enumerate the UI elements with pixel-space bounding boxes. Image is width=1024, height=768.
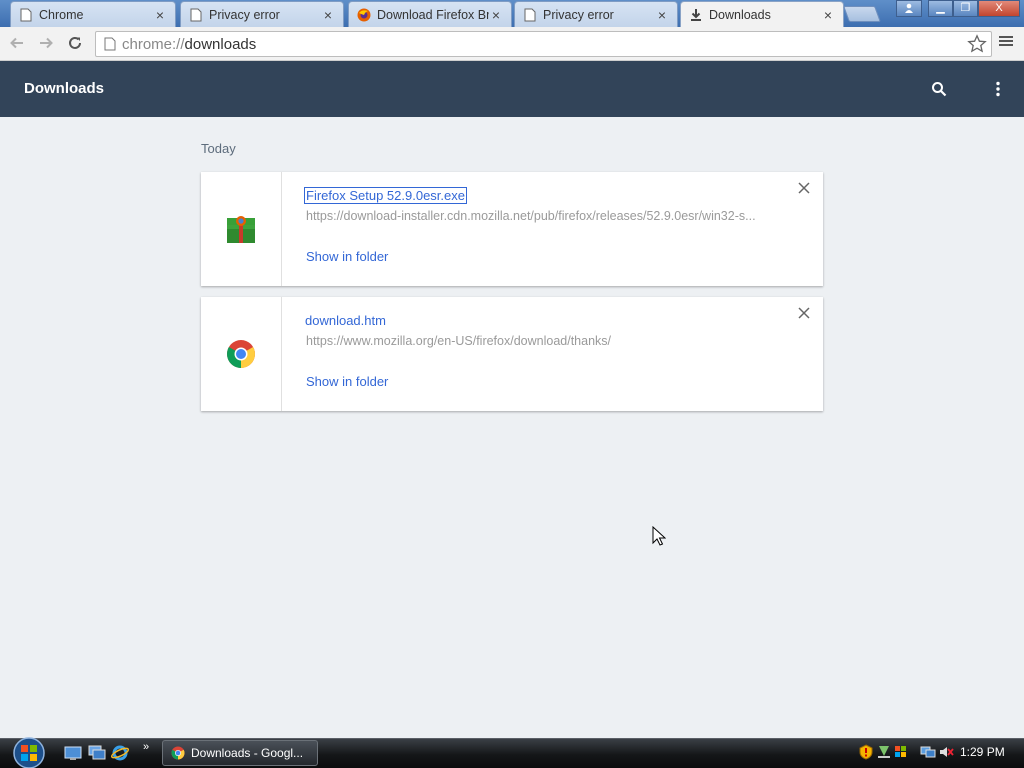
- page-icon: [19, 8, 33, 22]
- internet-explorer-icon[interactable]: [110, 745, 130, 761]
- close-icon[interactable]: ×: [153, 7, 167, 23]
- close-icon: [798, 307, 810, 319]
- system-clock[interactable]: 1:29 PM: [960, 745, 1005, 759]
- date-section-heading: Today: [201, 141, 236, 156]
- download-item: download.htm https://www.mozilla.org/en-…: [201, 297, 823, 411]
- forward-arrow-icon: [40, 37, 53, 49]
- page-icon: [100, 37, 120, 51]
- page-icon: [189, 8, 203, 22]
- tab-download-firefox[interactable]: Download Firefox Bro ×: [348, 1, 512, 27]
- page-icon: [523, 8, 537, 22]
- tab-downloads[interactable]: Downloads ×: [680, 1, 844, 28]
- show-desktop-icon[interactable]: [64, 745, 82, 761]
- user-icon: [905, 3, 913, 13]
- bookmark-star-icon[interactable]: [967, 34, 987, 59]
- close-window-button[interactable]: X: [978, 0, 1020, 17]
- search-icon: [932, 82, 947, 97]
- remove-item-button[interactable]: [797, 306, 813, 322]
- file-name-link[interactable]: Firefox Setup 52.9.0esr.exe: [304, 187, 467, 204]
- tab-label: Privacy error: [209, 7, 280, 22]
- show-in-folder-link[interactable]: Show in folder: [306, 249, 388, 264]
- tab-label: Downloads: [709, 8, 771, 22]
- file-name-link[interactable]: download.htm: [305, 313, 386, 328]
- close-icon[interactable]: ×: [821, 7, 835, 23]
- back-button[interactable]: [5, 31, 29, 55]
- windows-logo-icon: [13, 737, 45, 768]
- chrome-icon: [227, 340, 255, 368]
- tab-privacy-error-2[interactable]: Privacy error ×: [514, 1, 678, 27]
- address-bar[interactable]: chrome://downloads: [95, 31, 992, 57]
- windows-flag-icon[interactable]: [893, 744, 909, 760]
- download-icon: [689, 8, 703, 22]
- source-url-link[interactable]: https://www.mozilla.org/en-US/firefox/do…: [306, 334, 781, 348]
- forward-button[interactable]: [34, 31, 58, 55]
- mouse-cursor-icon: [652, 525, 667, 551]
- taskbar-item-chrome[interactable]: Downloads - Googl...: [162, 740, 318, 766]
- more-actions-button[interactable]: [987, 78, 1009, 100]
- url-path: downloads: [184, 35, 257, 53]
- taskbar-item-label: Downloads - Googl...: [191, 746, 304, 760]
- volume-muted-icon[interactable]: [938, 744, 954, 760]
- remove-item-button[interactable]: [797, 181, 813, 197]
- switch-windows-icon[interactable]: [88, 745, 106, 761]
- tab-label: Download Firefox Bro: [377, 7, 489, 22]
- installer-icon: [227, 216, 255, 243]
- chrome-menu-button[interactable]: [998, 33, 1018, 55]
- tab-label: Privacy error: [543, 7, 614, 22]
- source-url-link[interactable]: https://download-installer.cdn.mozilla.n…: [306, 209, 781, 223]
- minimize-button[interactable]: ▁: [928, 0, 953, 17]
- tab-privacy-error-1[interactable]: Privacy error ×: [180, 1, 344, 27]
- show-in-folder-link[interactable]: Show in folder: [306, 374, 388, 389]
- file-icon-column: [201, 172, 282, 286]
- close-icon[interactable]: ×: [321, 7, 335, 23]
- close-icon[interactable]: ×: [489, 7, 503, 23]
- tab-chrome[interactable]: Chrome ×: [10, 1, 176, 27]
- new-tab-button[interactable]: [843, 6, 881, 22]
- back-arrow-icon: [10, 37, 23, 49]
- reload-icon: [69, 36, 81, 49]
- start-button[interactable]: [8, 736, 50, 768]
- search-button[interactable]: [928, 78, 950, 100]
- file-icon-column: [201, 297, 282, 411]
- maximize-button[interactable]: ❐: [953, 0, 978, 17]
- url-text[interactable]: chrome://downloads: [122, 36, 256, 53]
- windows-update-icon[interactable]: [876, 744, 892, 760]
- security-alert-icon[interactable]: [858, 744, 874, 760]
- network-icon[interactable]: [920, 744, 936, 760]
- close-icon[interactable]: ×: [655, 7, 669, 23]
- more-vert-icon: [996, 81, 1000, 97]
- downloads-header: Downloads: [0, 61, 1024, 117]
- chrome-icon: [171, 746, 185, 760]
- url-scheme: chrome://: [122, 35, 185, 53]
- profile-button[interactable]: [896, 0, 922, 17]
- close-icon: [798, 182, 810, 194]
- reload-button[interactable]: [63, 31, 87, 55]
- firefox-icon: [357, 8, 371, 22]
- page-title: Downloads: [24, 80, 105, 97]
- download-item: Firefox Setup 52.9.0esr.exe https://down…: [201, 172, 823, 286]
- quick-launch-overflow-icon[interactable]: »: [143, 741, 149, 753]
- hamburger-icon: [999, 36, 1013, 46]
- tab-label: Chrome: [39, 7, 84, 22]
